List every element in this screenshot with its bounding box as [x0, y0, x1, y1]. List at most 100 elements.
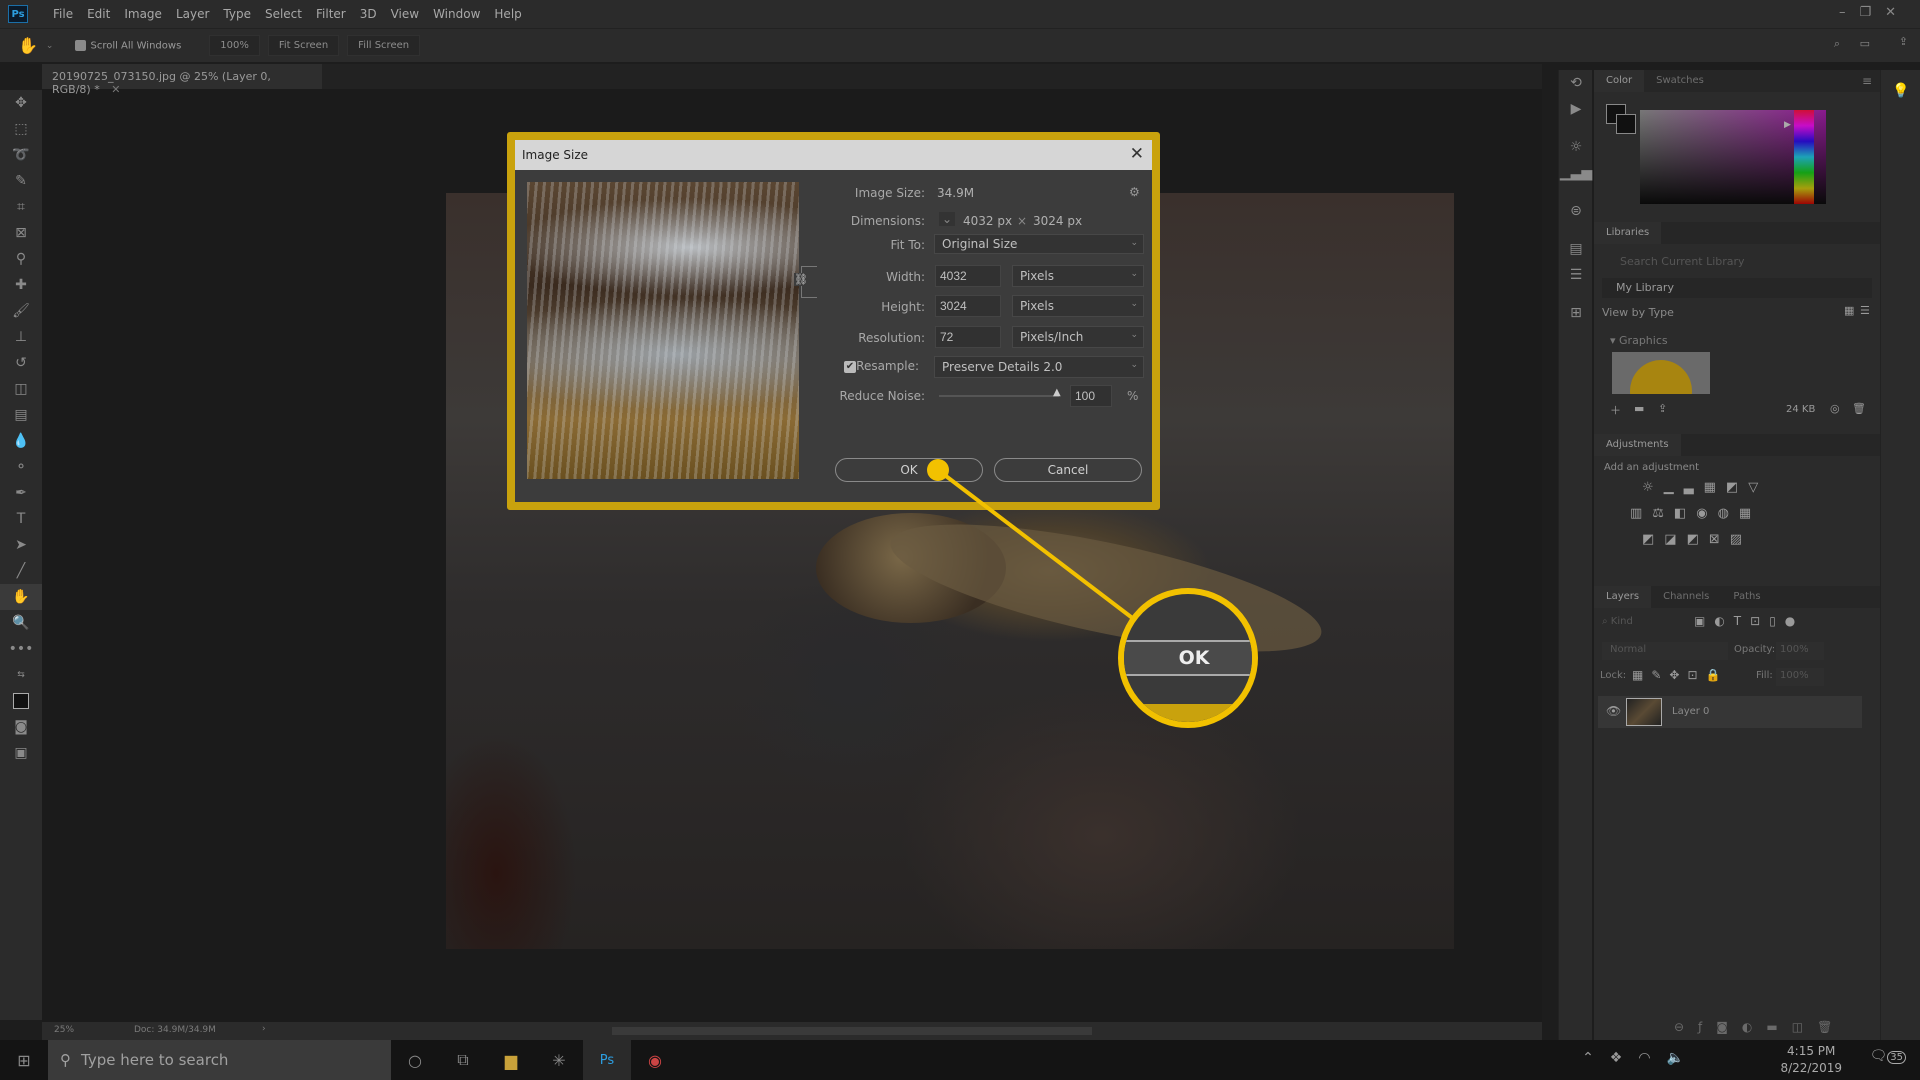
swap-colors-icon[interactable]: ⇆ [0, 662, 42, 688]
adjustment-icons-row3[interactable]: ◩◪◩⊠▨ [1642, 532, 1752, 547]
brightness-icon[interactable]: ☼ [1559, 134, 1593, 160]
library-select[interactable]: My Library [1602, 278, 1872, 298]
graphic-thumbnail[interactable] [1612, 352, 1710, 394]
adjustment-icons-row1[interactable]: ☼▁▃▦◩▽ [1642, 480, 1768, 495]
line-tool-icon[interactable]: ╱ [0, 558, 42, 584]
height-input[interactable] [935, 295, 1001, 317]
ok-button[interactable]: OK [835, 458, 983, 482]
tab-channels[interactable]: Channels [1651, 586, 1721, 608]
window-controls[interactable]: –❐✕ [1839, 5, 1910, 20]
resolution-unit-select[interactable]: Pixels/Inch ⌄ [1012, 326, 1144, 348]
width-input[interactable] [935, 265, 1001, 287]
type-tool-icon[interactable]: T [0, 506, 42, 532]
frame-tool-icon[interactable]: ⊠ [0, 220, 42, 246]
scroll-all-windows-checkbox[interactable]: Scroll All Windows [75, 39, 181, 51]
glyphs-icon[interactable]: ⊞ [1559, 300, 1593, 326]
fill-screen-button[interactable]: Fill Screen [347, 35, 421, 56]
menu-3d[interactable]: 3D [353, 7, 384, 21]
menu-window[interactable]: Window [426, 7, 487, 21]
folder-icon[interactable]: ▬ [1634, 402, 1644, 415]
menu-help[interactable]: Help [487, 7, 528, 21]
layer-footer-icons[interactable]: ⊖ƒ◙◐▬◫🗑 [1674, 1020, 1846, 1034]
notes-icon[interactable]: ☰ [1559, 262, 1593, 288]
zoom-100-button[interactable]: 100% [209, 35, 260, 56]
properties-icon[interactable]: ▤ [1559, 236, 1593, 262]
upload-icon[interactable]: ⇪ [1658, 402, 1667, 415]
foreground-background-color[interactable] [0, 688, 42, 714]
tab-paths[interactable]: Paths [1721, 586, 1772, 608]
height-unit-select[interactable]: Pixels ⌄ [1012, 295, 1144, 317]
stamp-tool-icon[interactable]: ⊥ [0, 324, 42, 350]
lightbulb-icon[interactable]: 💡 [1881, 78, 1920, 104]
menu-select[interactable]: Select [258, 7, 309, 21]
taskbar-search[interactable]: ⚲ Type here to search [48, 1040, 391, 1080]
tab-swatches[interactable]: Swatches [1644, 70, 1716, 92]
system-tray-icons[interactable]: ⌃❖◠🔈 [1582, 1050, 1700, 1066]
fill-input[interactable]: 100% [1776, 668, 1824, 686]
chevron-down-icon[interactable]: ⌄ [46, 41, 54, 51]
slack-icon[interactable]: ✳ [535, 1040, 583, 1080]
resolution-input[interactable] [935, 326, 1001, 348]
lock-icons[interactable]: ▦✎✥⊡🔒 [1632, 668, 1728, 682]
pen-tool-icon[interactable]: ✒ [0, 480, 42, 506]
layer-name[interactable]: Layer 0 [1672, 706, 1709, 717]
quick-select-tool-icon[interactable]: ✎ [0, 168, 42, 194]
tab-color[interactable]: Color [1594, 70, 1645, 92]
history-brush-icon[interactable]: ↺ [0, 350, 42, 376]
gradient-tool-icon[interactable]: ▤ [0, 402, 42, 428]
tab-adjustments[interactable]: Adjustments [1594, 434, 1681, 456]
creative-cloud-icon[interactable]: ◎ [1830, 402, 1840, 415]
resample-select[interactable]: Preserve Details 2.0 ⌄ [934, 356, 1144, 378]
zoom-level[interactable]: 25% [54, 1025, 74, 1035]
move-tool-icon[interactable]: ✥ [0, 90, 42, 116]
windows-start-icon[interactable]: ⊞ [0, 1040, 48, 1080]
file-explorer-icon[interactable]: ▆ [487, 1040, 535, 1080]
eyedropper-tool-icon[interactable]: ⚲ [0, 246, 42, 272]
crop-tool-icon[interactable]: ⌗ [0, 194, 42, 220]
menu-image[interactable]: Image [117, 7, 169, 21]
blur-tool-icon[interactable]: 💧 [0, 428, 42, 454]
task-view-icon[interactable]: ⧉ [439, 1040, 487, 1080]
menu-type[interactable]: Type [216, 7, 258, 21]
opacity-input[interactable]: 100% [1776, 642, 1824, 660]
clone-source-icon[interactable]: ⊜ [1559, 198, 1593, 224]
view-by-type-dropdown[interactable]: View by Type [1602, 306, 1674, 319]
zoom-tool-icon[interactable]: 🔍 [0, 610, 42, 636]
add-icon[interactable]: ＋ [1610, 402, 1621, 418]
clock[interactable]: 4:15 PM 8/22/2019 [1780, 1044, 1842, 1075]
grid-view-icon[interactable]: ▦ [1844, 304, 1854, 317]
hand-tool-icon[interactable]: ✋ [18, 36, 38, 55]
dimensions-dropdown-icon[interactable]: ⌄ [939, 212, 956, 226]
graphics-section[interactable]: ▾ Graphics [1610, 334, 1668, 347]
document-tab[interactable]: 20190725_073150.jpg @ 25% (Layer 0, RGB/… [42, 64, 322, 96]
menu-filter[interactable]: Filter [309, 7, 353, 21]
chrome-icon[interactable]: ◉ [631, 1040, 679, 1080]
width-unit-select[interactable]: Pixels ⌄ [1012, 265, 1144, 287]
lasso-tool-icon[interactable]: ➰ [0, 142, 42, 168]
fit-screen-button[interactable]: Fit Screen [267, 35, 340, 56]
status-arrow-icon[interactable]: › [262, 1024, 266, 1034]
visibility-eye-icon[interactable]: 👁 [1606, 704, 1621, 718]
notifications-icon[interactable]: 🗨 35 [1869, 1048, 1906, 1064]
fit-to-select[interactable]: Original Size ⌄ [934, 234, 1144, 254]
tab-layers[interactable]: Layers [1594, 586, 1652, 608]
healing-tool-icon[interactable]: ✚ [0, 272, 42, 298]
actions-play-icon[interactable]: ▶ [1559, 96, 1593, 122]
quick-mask-icon[interactable]: ◙ [0, 714, 42, 740]
layer-filter-icons[interactable]: ▣◐T⊡▯● [1694, 614, 1804, 628]
share-icon[interactable]: ⇪ [1899, 35, 1908, 48]
adjustment-icons-row2[interactable]: ▥⚖◧◉◍▦ [1630, 506, 1761, 521]
marquee-tool-icon[interactable]: ⬚ [0, 116, 42, 142]
reduce-noise-input[interactable] [1070, 385, 1112, 407]
menu-layer[interactable]: Layer [169, 7, 216, 21]
hue-slider[interactable] [1794, 110, 1814, 204]
layer-row[interactable]: 👁 Layer 0 [1598, 696, 1862, 728]
screen-mode-icon[interactable]: ▣ [0, 740, 42, 766]
menu-file[interactable]: File [46, 7, 80, 21]
path-select-tool-icon[interactable]: ➤ [0, 532, 42, 558]
brush-tool-icon[interactable]: 🖌 [0, 298, 42, 324]
layer-filter-kind[interactable]: ⌕ Kind [1602, 616, 1633, 627]
blend-mode-select[interactable]: Normal [1602, 642, 1728, 660]
menu-view[interactable]: View [384, 7, 426, 21]
more-tools-icon[interactable]: ••• [0, 636, 42, 662]
